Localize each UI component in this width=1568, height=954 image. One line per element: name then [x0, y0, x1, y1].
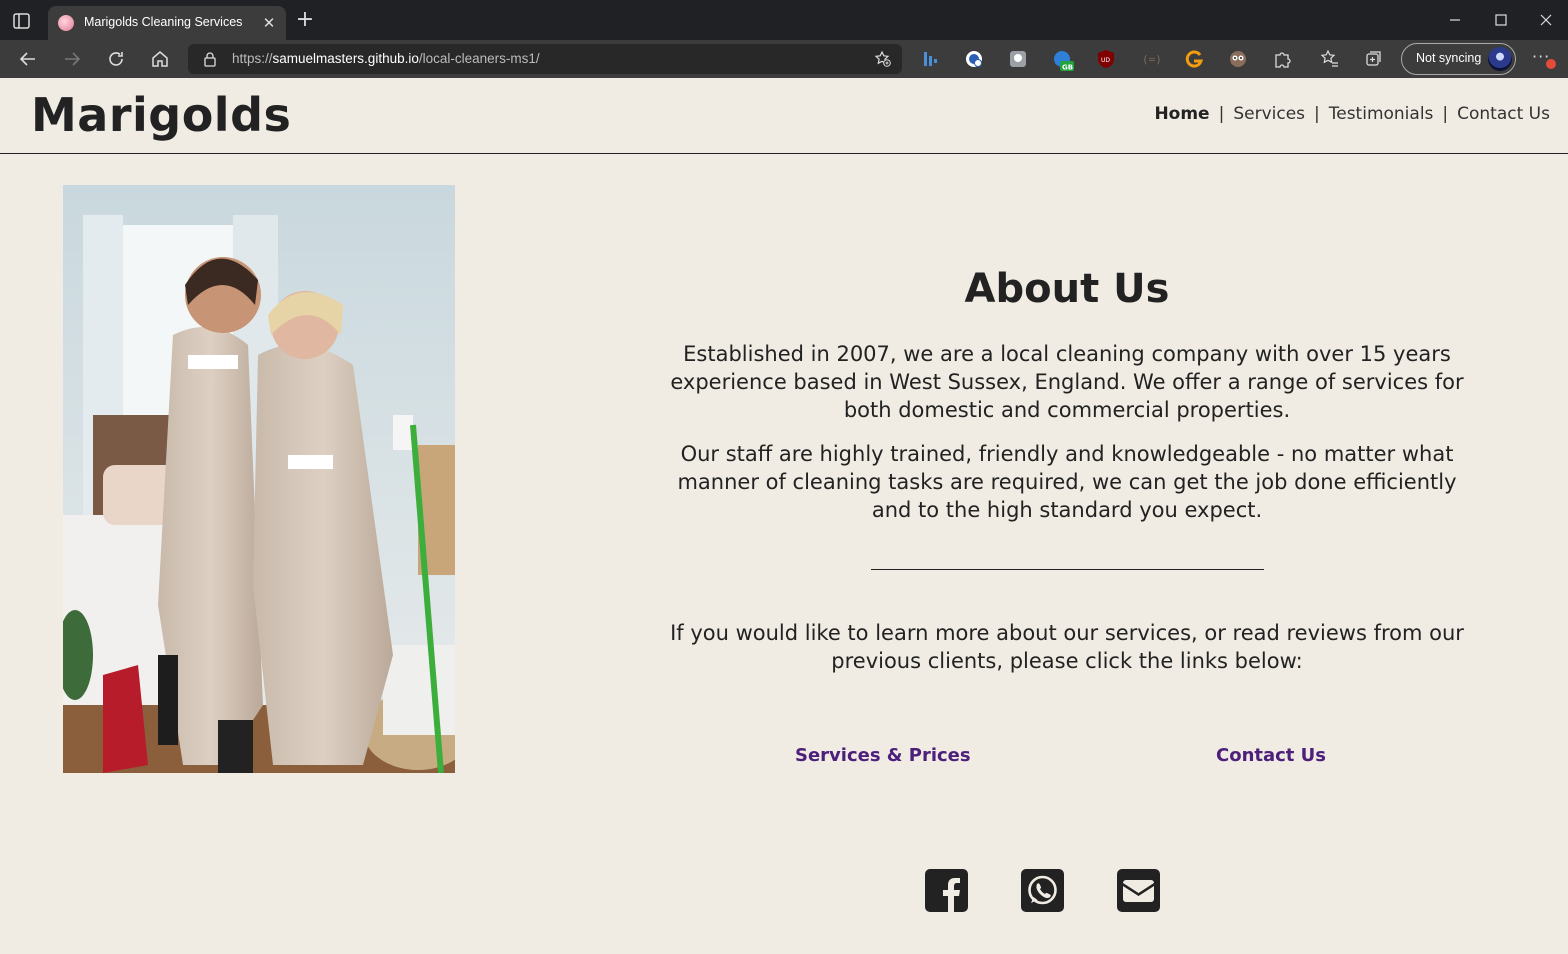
nav-separator: |	[1314, 104, 1320, 124]
g-extension-icon[interactable]	[1184, 49, 1204, 69]
tab-actions-icon[interactable]	[10, 10, 34, 32]
close-tab-icon[interactable]: ✕	[260, 14, 278, 32]
lock-icon[interactable]	[202, 51, 218, 67]
browser-tab-bar: Marigolds Cleaning Services ✕ +	[0, 0, 1568, 40]
about-title: About Us	[964, 266, 1170, 312]
svg-text:UD: UD	[1101, 57, 1110, 64]
refresh-icon[interactable]	[104, 47, 128, 71]
notification-badge	[1546, 59, 1556, 69]
nav-testimonials[interactable]: Testimonials	[1329, 104, 1434, 124]
about-paragraph-intro: Established in 2007, we are a local clea…	[670, 342, 1464, 422]
eyes-extension-icon[interactable]	[1228, 49, 1248, 69]
main-nav: Home | Services | Testimonials | Contact Us	[1154, 104, 1550, 124]
site-header: Marigolds Home | Services | Testimonials | Con…	[0, 78, 1568, 154]
more-options-icon[interactable]: ···	[1532, 47, 1558, 71]
address-bar[interactable]: https://samuelmasters.github.io/local-cl…	[188, 44, 902, 74]
browser-tab-active[interactable]: Marigolds Cleaning Services ✕	[48, 6, 286, 40]
about-paragraph-staff: Our staff are highly trained, friendly a…	[677, 442, 1457, 522]
maximize-icon[interactable]	[1488, 8, 1514, 32]
svg-text:(=): (=)	[1142, 53, 1160, 66]
email-icon[interactable]	[1117, 869, 1160, 912]
dictionary-icon[interactable]	[964, 49, 984, 69]
home-icon[interactable]	[148, 47, 172, 71]
nav-separator: |	[1218, 104, 1225, 124]
minimize-icon[interactable]	[1442, 8, 1468, 32]
globe-extension-icon[interactable]: GB	[1052, 49, 1074, 72]
whatsapp-icon[interactable]	[1021, 869, 1064, 912]
facebook-icon[interactable]	[925, 869, 968, 912]
nav-home[interactable]: Home	[1154, 104, 1209, 124]
nav-contact[interactable]: Contact Us	[1457, 104, 1550, 124]
back-icon[interactable]	[16, 47, 40, 71]
forward-icon[interactable]	[60, 47, 84, 71]
close-window-icon[interactable]	[1533, 8, 1559, 32]
site-logo[interactable]: Marigolds	[31, 88, 291, 142]
sync-status-label: Not syncing	[1416, 51, 1482, 65]
collections-icon[interactable]	[1364, 49, 1384, 69]
about-paragraph-cta: If you would like to learn more about ou…	[670, 621, 1464, 673]
cleaners-photo	[63, 185, 455, 773]
nav-separator: |	[1442, 104, 1449, 124]
favorites-icon[interactable]	[1320, 49, 1340, 69]
bars-icon[interactable]	[920, 49, 940, 69]
section-divider	[871, 569, 1264, 570]
new-tab-icon[interactable]: +	[294, 9, 316, 32]
bracket-extension-icon[interactable]: (=)	[1140, 49, 1162, 69]
puzzle-icon[interactable]	[1272, 49, 1292, 69]
notebook-icon[interactable]	[1008, 49, 1028, 69]
ublock-icon[interactable]: UD	[1096, 49, 1116, 69]
marigold-favicon-icon	[58, 15, 74, 31]
url-text: https://samuelmasters.github.io/local-cl…	[232, 51, 540, 66]
contact-us-link[interactable]: Contact Us	[1216, 745, 1326, 766]
services-prices-link[interactable]: Services & Prices	[795, 745, 971, 766]
tab-title: Marigolds Cleaning Services	[84, 15, 243, 29]
nav-services[interactable]: Services	[1233, 104, 1305, 124]
svg-text:GB: GB	[1062, 64, 1073, 72]
browser-toolbar: https://samuelmasters.github.io/local-cl…	[0, 40, 1568, 78]
profile-sync-button[interactable]: Not syncing	[1401, 43, 1516, 75]
avatar	[1488, 47, 1512, 71]
add-favorite-icon[interactable]	[874, 50, 892, 68]
